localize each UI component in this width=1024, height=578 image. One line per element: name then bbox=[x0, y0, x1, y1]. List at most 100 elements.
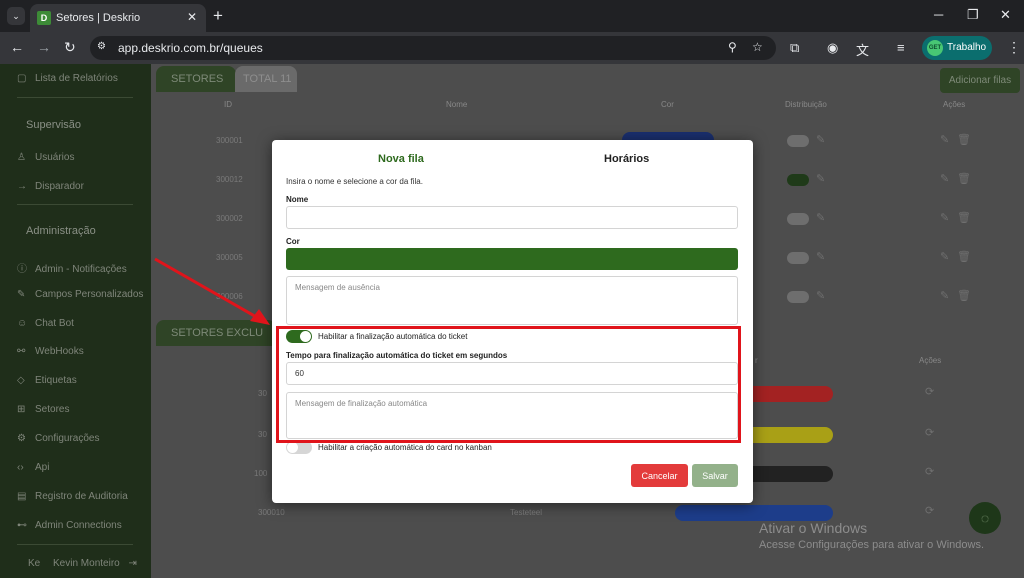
sidebar-item-etiquetas[interactable]: ◇ Etiquetas bbox=[17, 375, 77, 391]
profile-button[interactable]: GET Trabalho bbox=[922, 36, 992, 60]
connections-icon: ⊷ bbox=[17, 520, 27, 531]
tab-nova-fila[interactable]: Nova fila bbox=[378, 153, 424, 165]
cancel-button[interactable]: Cancelar bbox=[631, 464, 688, 487]
browser-tab[interactable]: D Setores | Deskrio ✕ bbox=[30, 4, 206, 32]
edit-icon[interactable]: ✎ bbox=[940, 289, 949, 302]
arrow-right-icon: → bbox=[17, 181, 27, 192]
info-icon: ⓘ bbox=[17, 264, 27, 275]
color-bar bbox=[675, 505, 833, 521]
trash-icon[interactable]: 🗑 bbox=[957, 250, 971, 263]
col-name: Nome bbox=[446, 100, 468, 109]
restore-icon[interactable]: ⟳ bbox=[925, 465, 934, 478]
sidebar-item-admin-connections[interactable]: ⊷ Admin Connections bbox=[17, 520, 122, 536]
absence-message-input[interactable] bbox=[286, 276, 738, 325]
sidebar-item-campos[interactable]: ✎ Campos Personalizados bbox=[17, 289, 143, 305]
distribution-toggle[interactable] bbox=[787, 252, 809, 264]
back-icon[interactable]: ← bbox=[10, 39, 24, 55]
tab-setores-excluidos[interactable]: SETORES EXCLU bbox=[156, 320, 276, 346]
sidebar-item-api[interactable]: ‹› Api bbox=[17, 462, 49, 478]
edit-icon[interactable]: ✎ bbox=[940, 250, 949, 263]
logout-icon[interactable]: ⇥ bbox=[129, 558, 137, 569]
divider bbox=[17, 204, 133, 205]
address-bar[interactable]: ⚙ app.deskrio.com.br/queues ⚲ ☆ bbox=[90, 36, 776, 60]
tab-total: TOTAL 11 bbox=[235, 66, 297, 92]
reading-list-icon[interactable]: ≡ bbox=[897, 40, 905, 55]
restore-icon[interactable]: ❐ bbox=[967, 7, 979, 23]
user-name: Kevin Monteiro bbox=[53, 558, 120, 569]
divider bbox=[17, 97, 133, 98]
trash-icon[interactable]: 🗑 bbox=[957, 172, 971, 185]
close-window-icon[interactable]: ✕ bbox=[1000, 7, 1011, 23]
color-label: Cor bbox=[286, 237, 300, 246]
sidebar-item-relatorios[interactable]: ▢ Lista de Relatórios bbox=[17, 73, 118, 89]
translate-icon[interactable]: 文 bbox=[856, 40, 869, 59]
browser-menu-icon[interactable]: ⋮ bbox=[1007, 39, 1021, 56]
tab-horarios[interactable]: Horários bbox=[604, 153, 649, 165]
trash-icon[interactable]: 🗑 bbox=[957, 289, 971, 302]
sidebar-item-configuracoes[interactable]: ⚙ Configurações bbox=[17, 433, 99, 449]
restore-icon[interactable]: ⟳ bbox=[925, 426, 934, 439]
distribution-toggle[interactable] bbox=[787, 174, 809, 186]
tab-setores[interactable]: SETORES bbox=[156, 66, 236, 92]
sidebar-item-auditoria[interactable]: ▤ Registro de Auditoria bbox=[17, 491, 128, 507]
name-label: Nome bbox=[286, 195, 309, 204]
sidebar-item-setores[interactable]: ⊞ Setores bbox=[17, 404, 69, 420]
col-id: ID bbox=[224, 100, 232, 109]
minimize-icon[interactable]: ─ bbox=[934, 7, 943, 22]
profile-avatar: GET bbox=[927, 40, 943, 56]
edit-icon[interactable]: ✎ bbox=[940, 133, 949, 146]
users-icon: ♙ bbox=[17, 152, 26, 163]
close-tab-icon[interactable]: ✕ bbox=[187, 10, 197, 24]
edit-distribution-icon[interactable]: ✎ bbox=[816, 172, 825, 185]
edit-icon[interactable]: ✎ bbox=[940, 211, 949, 224]
highlight-box bbox=[276, 326, 741, 443]
trash-icon[interactable]: 🗑 bbox=[957, 211, 971, 224]
zoom-icon[interactable]: ⚲ bbox=[728, 40, 737, 54]
save-button[interactable]: Salvar bbox=[692, 464, 738, 487]
edit-icon[interactable]: ✎ bbox=[940, 172, 949, 185]
url-text: app.deskrio.com.br/queues bbox=[118, 41, 263, 55]
divider bbox=[17, 544, 133, 545]
new-tab-icon[interactable]: + bbox=[213, 6, 223, 26]
extensions-icon[interactable]: ⧉ bbox=[790, 40, 799, 56]
add-queue-button[interactable]: Adicionar filas bbox=[940, 68, 1020, 93]
chat-list-icon: ▢ bbox=[17, 73, 27, 84]
forward-icon[interactable]: → bbox=[37, 39, 51, 55]
sidebar-item-chatbot[interactable]: ☺ Chat Bot bbox=[17, 318, 74, 334]
edit-distribution-icon[interactable]: ✎ bbox=[816, 133, 825, 146]
new-queue-modal: Nova fila Horários Insira o nome e selec… bbox=[272, 140, 753, 503]
site-info-icon[interactable]: ⚙ bbox=[97, 41, 111, 55]
incognito-icon[interactable]: ◉ bbox=[827, 40, 838, 56]
windows-watermark-subtitle: Acesse Configurações para ativar o Windo… bbox=[759, 539, 984, 551]
browser-toolbar: ← → ↻ ⚙ app.deskrio.com.br/queues ⚲ ☆ ⧉ … bbox=[0, 32, 1024, 64]
sidebar-item-webhooks[interactable]: ⚯ WebHooks bbox=[17, 346, 84, 362]
edit-distribution-icon[interactable]: ✎ bbox=[816, 289, 825, 302]
sidebar-item-admin-notificacoes[interactable]: ⓘ Admin - Notificações bbox=[17, 260, 127, 276]
color-picker[interactable] bbox=[286, 248, 738, 270]
form-hint: Insira o nome e selecione a cor da fila. bbox=[286, 177, 423, 186]
trash-icon[interactable]: 🗑 bbox=[957, 133, 971, 146]
distribution-toggle[interactable] bbox=[787, 135, 809, 147]
tab-search-icon[interactable]: ⌄ bbox=[7, 7, 25, 25]
sidebar-item-usuarios[interactable]: ♙ Usuários bbox=[17, 152, 74, 168]
restore-icon[interactable]: ⟳ bbox=[925, 385, 934, 398]
col-actions: Ações bbox=[943, 100, 966, 109]
col-color-deleted: r bbox=[755, 356, 758, 365]
edit-distribution-icon[interactable]: ✎ bbox=[816, 211, 825, 224]
distribution-toggle[interactable] bbox=[787, 213, 809, 225]
tag-icon: ◇ bbox=[17, 375, 25, 386]
edit-distribution-icon[interactable]: ✎ bbox=[816, 250, 825, 263]
reload-icon[interactable]: ↻ bbox=[64, 39, 76, 56]
distribution-toggle[interactable] bbox=[787, 291, 809, 303]
bookmark-star-icon[interactable]: ☆ bbox=[752, 40, 763, 54]
code-icon: ‹› bbox=[17, 462, 24, 473]
section-administracao: Administração bbox=[26, 225, 96, 237]
edit-icon: ✎ bbox=[17, 289, 26, 300]
name-input[interactable] bbox=[286, 206, 738, 229]
gear-icon: ⚙ bbox=[17, 433, 26, 444]
sidebar-item-disparador[interactable]: → Disparador bbox=[17, 181, 84, 197]
chat-bubble-icon[interactable]: ◌ bbox=[969, 502, 1001, 534]
restore-icon[interactable]: ⟳ bbox=[925, 504, 934, 517]
windows-watermark-title: Ativar o Windows bbox=[759, 520, 868, 536]
col-distribution: Distribuição bbox=[785, 100, 827, 109]
